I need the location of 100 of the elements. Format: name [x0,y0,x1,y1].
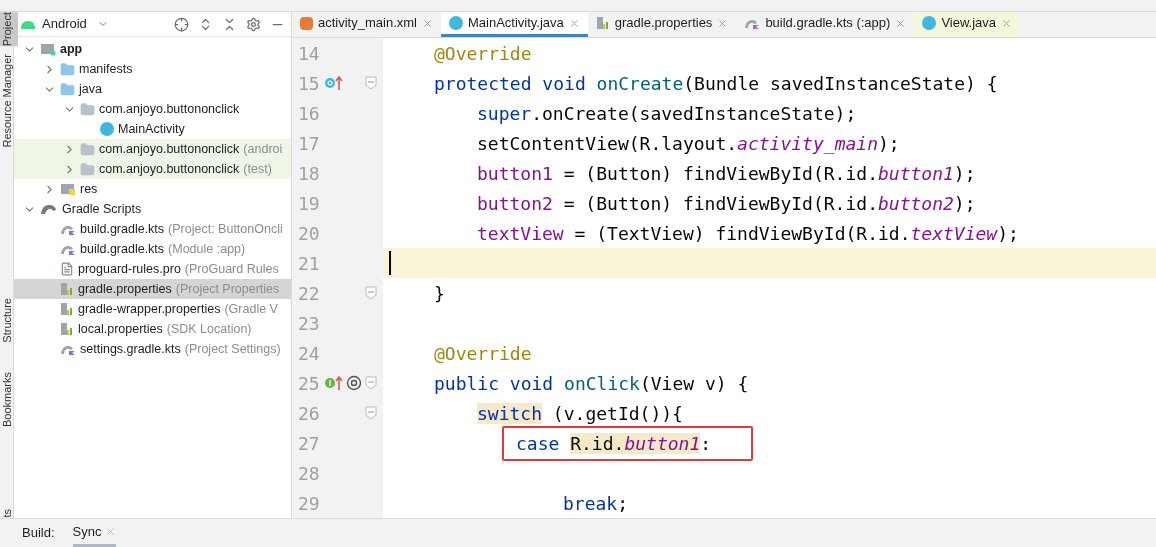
line-number: 18 [298,161,321,186]
line-number: 22 [298,281,321,306]
editor-tab[interactable]: View.java [914,12,1021,37]
folder-icon [60,81,75,97]
tree-item[interactable]: com.anjoyo.buttononclick (test) [14,159,291,179]
code-line: } [433,281,446,306]
editor-tab[interactable]: gradle.properties [587,12,737,37]
tree-item[interactable]: res [14,179,291,199]
properties-file-icon [595,16,610,30]
item-name: res [80,180,98,198]
text-file-icon [60,262,74,276]
item-note: (test) [243,160,272,178]
code-line: public void onClick(View v) { [433,371,750,396]
tree-item[interactable]: build.gradle.kts (Module :app) [14,239,291,259]
text-cursor [389,251,391,275]
class-icon [100,122,114,136]
item-note: (androi [243,140,283,158]
resource-folder-icon [60,182,76,196]
line-number: 28 [298,461,321,486]
editor-tab[interactable]: build.gradle.kts (:app) [736,12,915,37]
code-line: break; [562,491,630,516]
item-name: build.gradle.kts [80,220,165,238]
item-note: (Gradle V [224,300,278,318]
tab-label: MainActivity.java [467,14,564,33]
close-icon[interactable] [1001,17,1013,29]
tab-label: activity_main.xml [318,14,417,33]
item-name: com.anjoyo.buttononclick [99,100,240,118]
item-name: proguard-rules.pro [78,260,181,278]
tab-label: gradle.properties [614,14,713,33]
tree-item[interactable]: gradle.properties (Project Properties [14,279,291,299]
line-number: 21 [298,251,321,276]
item-name: gradle-wrapper.properties [78,300,221,318]
xml-file-icon [300,16,313,30]
tab-label: View.java [941,14,997,33]
fold-marker-icon[interactable] [365,376,377,390]
item-note: (Module :app) [168,240,246,258]
close-icon[interactable] [895,17,907,29]
code-line: super.onCreate(savedInstanceState); [476,101,858,126]
class-icon [448,16,463,30]
line-number: 16 [298,101,321,126]
class-icon [922,16,937,30]
item-name: manifests [79,60,133,78]
tree-item[interactable]: Gradle Scripts [14,199,291,219]
package-icon [80,161,95,177]
locate-icon[interactable] [174,16,189,32]
properties-file-icon [60,302,74,316]
line-number: 15 [298,71,321,96]
item-note: (Project: ButtonOncli [168,220,283,238]
implements-arrow-icon[interactable] [324,375,344,391]
line-number: 26 [298,401,321,426]
package-icon [80,101,95,117]
build-label: Build: [22,524,55,543]
folder-icon [60,61,75,77]
code-line: @Override [433,341,533,366]
fold-marker-icon[interactable] [365,406,377,420]
code-line: button1 = (Button) findViewById(R.id.button1); [476,161,977,186]
settings-icon[interactable] [246,16,261,32]
module-folder-icon [40,42,56,56]
item-note: (Project Settings) [184,340,281,358]
tab-label: Sync [72,522,102,541]
android-icon [20,18,36,30]
close-icon[interactable] [421,17,433,29]
tab-label: build.gradle.kts (:app) [765,14,891,33]
item-name: Gradle Scripts [62,200,142,218]
line-number: 25 [298,371,321,396]
fold-marker-icon[interactable] [365,286,377,300]
overrides-arrow-icon[interactable] [324,75,344,91]
sync-tab[interactable]: Sync [72,519,117,547]
properties-file-icon [60,322,74,336]
item-note: (SDK Location) [166,320,252,338]
line-number: 23 [298,311,321,336]
tool-window-tab[interactable]: Bookmarks [0,372,18,428]
tool-window-tab[interactable]: ts [0,509,18,518]
tree-item[interactable]: build.gradle.kts (Project: ButtonOncli [14,219,291,239]
close-icon[interactable] [568,17,580,29]
item-name: MainActivity [118,120,185,138]
line-number: 24 [298,341,321,366]
line-number: 20 [298,221,321,246]
code-line: setContentView(R.layout.activity_main); [476,131,901,156]
view-dropdown[interactable]: Android [42,14,109,34]
item-note: (Project Properties [175,280,280,298]
tool-window-tab[interactable]: Project [0,12,18,47]
item-name: local.properties [78,320,163,338]
item-note: (ProGuard Rules [184,260,279,278]
item-name: build.gradle.kts [80,240,165,258]
tree-item[interactable]: proguard-rules.pro (ProGuard Rules [14,259,291,279]
package-icon [80,141,95,157]
properties-file-icon [60,282,74,296]
editor-tab[interactable]: MainActivity.java [440,12,588,37]
fold-marker-icon[interactable] [365,76,377,90]
code-line: textView = (TextView) findViewById(R.id.textView); [476,221,1020,246]
line-number: 29 [298,491,321,516]
close-icon[interactable] [105,526,117,537]
code-line: @Override [433,41,533,66]
code-line: protected void onCreate(Bundle savedInstanceState) { [433,71,999,96]
code-line: switch (v.getId()){ [476,401,684,426]
editor-tab[interactable]: activity_main.xml [292,12,441,37]
tree-item[interactable]: com.anjoyo.buttononclick (androi [14,139,291,159]
close-icon[interactable] [717,17,729,29]
item-name: java [79,80,102,98]
